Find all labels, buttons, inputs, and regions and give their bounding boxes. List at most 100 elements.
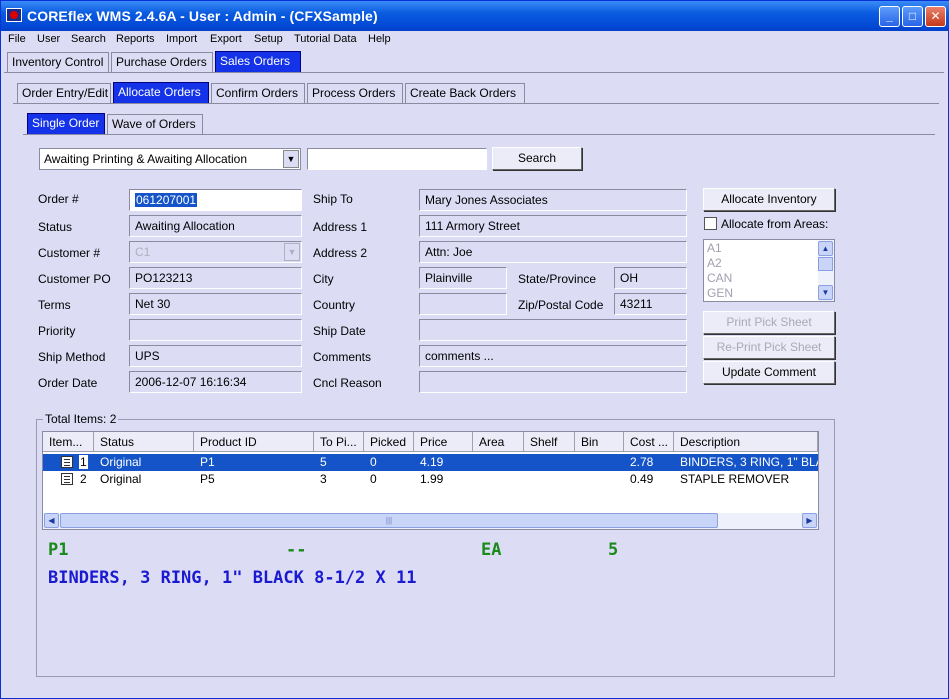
column-header[interactable]: Bin bbox=[575, 432, 624, 452]
ship-to-field: Mary Jones Associates bbox=[419, 189, 687, 211]
product-cell: P5 bbox=[200, 472, 215, 486]
menu-setup[interactable]: Setup bbox=[254, 33, 283, 45]
menu-reports[interactable]: Reports bbox=[116, 33, 155, 45]
order-no-field[interactable]: 061207001 bbox=[129, 189, 302, 211]
scroll-thumb[interactable]: ||| bbox=[60, 513, 718, 528]
list-item[interactable]: CAN bbox=[707, 271, 732, 285]
allocate-inventory-button[interactable]: Allocate Inventory bbox=[703, 188, 835, 211]
column-header[interactable]: Cost ... bbox=[624, 432, 674, 452]
menu-import[interactable]: Import bbox=[166, 33, 197, 45]
cost-cell: 0.49 bbox=[630, 472, 654, 486]
zip-field: 43211 bbox=[614, 293, 687, 315]
menu-file[interactable]: File bbox=[8, 33, 26, 45]
reprint-pick-sheet-button[interactable]: Re-Print Pick Sheet bbox=[703, 336, 835, 359]
scroll-up-icon[interactable]: ▲ bbox=[818, 241, 833, 256]
list-item[interactable]: GEN bbox=[707, 286, 733, 300]
customer-po-field: PO123213 bbox=[129, 267, 302, 289]
terms-field: Net 30 bbox=[129, 293, 302, 315]
tab-allocate-orders[interactable]: Allocate Orders bbox=[113, 82, 209, 103]
tab-wave-of-orders[interactable]: Wave of Orders bbox=[107, 114, 203, 134]
to-pick-cell: 5 bbox=[320, 455, 327, 469]
picked-cell: 0 bbox=[370, 472, 377, 486]
total-items-label: Total Items: 2 bbox=[43, 412, 119, 426]
status-label: Status bbox=[38, 220, 73, 234]
allocate-from-areas-checkbox[interactable] bbox=[704, 217, 717, 230]
sub-tab-divider bbox=[13, 103, 939, 104]
menu-user[interactable]: User bbox=[37, 33, 60, 45]
scroll-left-icon[interactable]: ◀ bbox=[44, 513, 59, 528]
zip-label: Zip/Postal Code bbox=[518, 298, 604, 312]
country-label: Country bbox=[313, 298, 356, 312]
status-field: Awaiting Allocation bbox=[129, 215, 302, 237]
scroll-thumb[interactable] bbox=[818, 257, 833, 271]
column-header[interactable]: Product ID bbox=[194, 432, 314, 452]
chevron-down-icon[interactable]: ▼ bbox=[283, 150, 299, 168]
product-cell: P1 bbox=[200, 455, 215, 469]
column-header[interactable]: Shelf bbox=[524, 432, 575, 452]
price-cell: 1.99 bbox=[420, 472, 444, 486]
close-button[interactable]: ✕ bbox=[925, 6, 946, 27]
app-flag-icon bbox=[6, 8, 22, 22]
address1-field: 111 Armory Street bbox=[419, 215, 687, 237]
tab-confirm-orders[interactable]: Confirm Orders bbox=[211, 83, 305, 103]
column-header[interactable]: To Pi... bbox=[314, 432, 364, 452]
ship-method-label: Ship Method bbox=[38, 350, 106, 364]
title-bar[interactable]: COREflex WMS 2.4.6A - User : Admin - (CF… bbox=[1, 1, 949, 31]
item-no-cell: 2 bbox=[80, 472, 87, 486]
order-date-label: Order Date bbox=[38, 376, 98, 390]
menu-help[interactable]: Help bbox=[368, 33, 391, 45]
column-header[interactable]: Description bbox=[674, 432, 818, 452]
minimize-button[interactable]: _ bbox=[879, 6, 900, 27]
comments-field[interactable]: comments ... bbox=[419, 345, 687, 367]
print-pick-sheet-button[interactable]: Print Pick Sheet bbox=[703, 311, 835, 334]
ship-to-label: Ship To bbox=[313, 192, 353, 206]
update-comment-button[interactable]: Update Comment bbox=[703, 361, 835, 384]
customer-value: C1 bbox=[135, 245, 151, 259]
column-header[interactable]: Item... bbox=[43, 432, 94, 452]
menu-export[interactable]: Export bbox=[210, 33, 242, 45]
column-header[interactable]: Area bbox=[473, 432, 524, 452]
tab-process-orders[interactable]: Process Orders bbox=[307, 83, 403, 103]
price-cell: 4.19 bbox=[420, 455, 444, 469]
search-button[interactable]: Search bbox=[492, 147, 582, 170]
tab-purchase-orders[interactable]: Purchase Orders bbox=[111, 52, 213, 72]
items-horizontal-scrollbar[interactable]: ◀ ||| ▶ bbox=[43, 513, 818, 529]
customer-label: Customer # bbox=[38, 246, 101, 260]
detail-product: P1 bbox=[48, 540, 69, 560]
status-filter-value: Awaiting Printing & Awaiting Allocation bbox=[44, 152, 248, 166]
tab-single-order[interactable]: Single Order bbox=[27, 113, 105, 134]
detail-description: BINDERS, 3 RING, 1" BLACK 8-1/2 X 11 bbox=[48, 568, 417, 588]
item-no-cell: 1 bbox=[79, 455, 88, 469]
order-date-field: 2006-12-07 16:16:34 bbox=[129, 371, 302, 393]
status-filter-dropdown[interactable]: Awaiting Printing & Awaiting Allocation … bbox=[39, 148, 301, 170]
main-tab-divider bbox=[4, 72, 944, 73]
menu-tutorial-data[interactable]: Tutorial Data bbox=[294, 33, 357, 45]
column-header[interactable]: Price bbox=[414, 432, 473, 452]
search-input[interactable] bbox=[307, 148, 487, 170]
scroll-down-icon[interactable]: ▼ bbox=[818, 285, 833, 300]
tab-create-back-orders[interactable]: Create Back Orders bbox=[405, 83, 525, 103]
scroll-right-icon[interactable]: ▶ bbox=[802, 513, 817, 528]
table-row[interactable]: 1 Original P1 5 0 4.19 2.78 BINDERS, 3 R… bbox=[43, 454, 818, 471]
list-item[interactable]: A2 bbox=[707, 256, 722, 270]
tab-order-entry-edit[interactable]: Order Entry/Edit bbox=[17, 83, 111, 103]
column-header[interactable]: Picked bbox=[364, 432, 414, 452]
document-icon bbox=[61, 456, 73, 468]
mode-tab-divider bbox=[23, 134, 935, 135]
column-header[interactable]: Status bbox=[94, 432, 194, 452]
tab-inventory-control[interactable]: Inventory Control bbox=[7, 52, 109, 72]
app-window: COREflex WMS 2.4.6A - User : Admin - (CF… bbox=[0, 0, 949, 699]
cancel-reason-label: Cncl Reason bbox=[313, 376, 382, 390]
ship-method-field: UPS bbox=[129, 345, 302, 367]
comments-label: Comments bbox=[313, 350, 372, 364]
list-item[interactable]: A1 bbox=[707, 241, 722, 255]
tab-sales-orders[interactable]: Sales Orders bbox=[215, 51, 301, 72]
areas-listbox[interactable]: A1 A2 CAN GEN ▲ ▼ bbox=[703, 239, 835, 302]
priority-field bbox=[129, 319, 302, 341]
maximize-button[interactable]: □ bbox=[902, 6, 923, 27]
areas-scrollbar[interactable]: ▲ ▼ bbox=[818, 240, 834, 301]
table-row[interactable]: 2 Original P5 3 0 1.99 0.49 STAPLE REMOV… bbox=[43, 471, 818, 488]
items-table: Item... Status Product ID To Pi... Picke… bbox=[42, 431, 819, 530]
menu-search[interactable]: Search bbox=[71, 33, 106, 45]
address2-field: Attn: Joe bbox=[419, 241, 687, 263]
